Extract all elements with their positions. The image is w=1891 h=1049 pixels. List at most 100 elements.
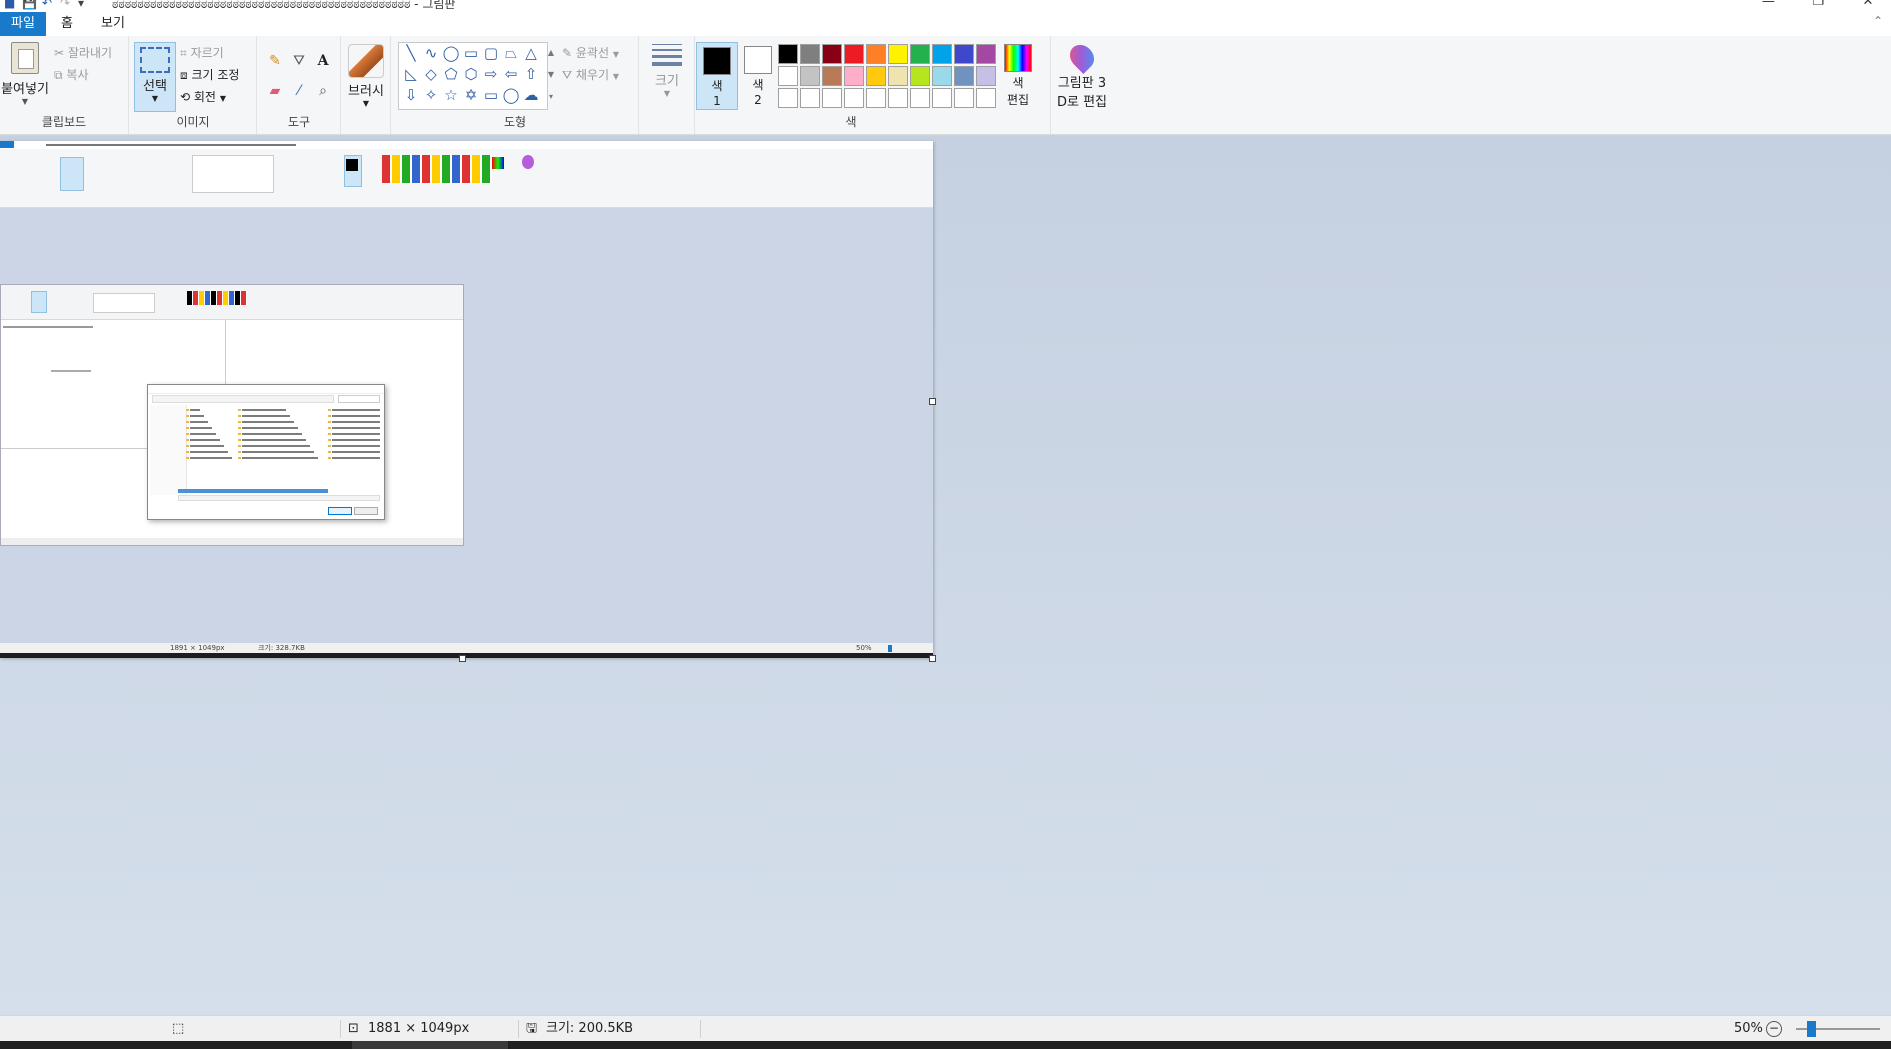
palette-swatch-26[interactable] [910,88,930,108]
palette-swatch-13[interactable] [844,66,864,86]
rectangle-shape-icon[interactable]: ▭ [461,43,481,64]
customize-quick-access-icon[interactable]: ▾ [78,0,84,10]
brushes-group[interactable]: 브러시 ▼ [342,36,391,134]
drawing-canvas[interactable]: 1891 × 1049px 크기: 328.7KB 50% [0,141,933,658]
down-arrow-shape-icon[interactable]: ⇩ [401,85,421,106]
shape-gallery-scroll[interactable]: ▲ ▼ ▾ [546,42,556,108]
six-point-star-shape-icon[interactable]: ✡ [461,85,481,106]
fill-button[interactable]: ⛛ 채우기 ▼ [562,66,619,83]
maximize-button[interactable]: ❐ [1795,0,1841,9]
palette-swatch-15[interactable] [888,66,908,86]
color-picker-icon[interactable]: ⁄ [290,82,308,100]
palette-swatch-1[interactable] [800,44,820,64]
paste-button[interactable]: 붙여넣기 ▼ [0,42,50,106]
resize-handle-bottom[interactable] [459,655,466,662]
palette-swatch-20[interactable] [778,88,798,108]
rounded-rectangle-shape-icon[interactable]: ▢ [481,43,501,64]
palette-swatch-22[interactable] [822,88,842,108]
palette-swatch-5[interactable] [888,44,908,64]
rotate-button[interactable]: ⟲ 회전 ▼ [180,88,226,105]
right-triangle-shape-icon[interactable]: ◺ [401,64,421,85]
palette-swatch-2[interactable] [822,44,842,64]
size-button[interactable]: 크기 ▼ [646,42,688,98]
palette-swatch-16[interactable] [910,66,930,86]
palette-swatch-19[interactable] [976,66,996,86]
taskbar [0,1041,1891,1049]
four-point-star-shape-icon[interactable]: ✧ [421,85,441,106]
resize-button[interactable]: ⧈ 크기 조정 [180,66,239,83]
color2-button[interactable]: 색 2 [738,42,778,108]
palette-swatch-18[interactable] [954,66,974,86]
callout-oval-shape-icon[interactable]: ◯ [501,85,521,106]
resize-handle-corner[interactable] [929,655,936,662]
tab-home[interactable]: 홈 [52,12,82,36]
palette-swatch-27[interactable] [932,88,952,108]
redo-icon[interactable]: ↷ [60,0,70,10]
copy-button[interactable]: ⧉ 복사 [54,66,89,83]
outline-label: 윤곽선 [575,46,610,60]
palette-swatch-21[interactable] [800,88,820,108]
curve-shape-icon[interactable]: ∿ [421,43,441,64]
palette-swatch-10[interactable] [778,66,798,86]
palette-swatch-28[interactable] [954,88,974,108]
crop-button[interactable]: ⌗ 자르기 [180,44,224,61]
pencil-icon[interactable]: ✎ [266,52,284,70]
triangle-shape-icon[interactable]: △ [521,43,541,64]
palette-swatch-8[interactable] [954,44,974,64]
select-button[interactable]: 선택 ▼ [134,42,176,112]
palette-swatch-12[interactable] [822,66,842,86]
palette-swatch-0[interactable] [778,44,798,64]
polygon-shape-icon[interactable]: ⏢ [501,43,521,64]
callout-cloud-shape-icon[interactable]: ☁ [521,85,541,106]
taskbar-active-app[interactable] [352,1041,508,1049]
palette-swatch-17[interactable] [932,66,952,86]
line-shape-icon[interactable]: ╲ [401,43,421,64]
size-group[interactable]: 크기 ▼ [640,36,695,134]
palette-swatch-24[interactable] [866,88,886,108]
shape-gallery[interactable]: ╲ ∿ ◯ ▭ ▢ ⏢ △ ◺ ◇ ⬠ ⬡ ⇨ ⇦ ⇧ ⇩ ✧ ☆ ✡ ▭ ◯ … [398,42,548,110]
magnifier-icon[interactable]: ⌕ [314,82,332,100]
collapse-ribbon-icon[interactable]: ⌃ [1873,14,1883,28]
up-arrow-shape-icon[interactable]: ⇧ [521,64,541,85]
hexagon-shape-icon[interactable]: ⬡ [461,64,481,85]
callout-rect-shape-icon[interactable]: ▭ [481,85,501,106]
outline-button[interactable]: ✎ 윤곽선 ▼ [562,44,619,61]
undo-icon[interactable]: ↶ [42,0,52,10]
right-arrow-shape-icon[interactable]: ⇨ [481,64,501,85]
palette-swatch-7[interactable] [932,44,952,64]
palette-swatch-6[interactable] [910,44,930,64]
color1-button[interactable]: 색 1 [696,42,738,110]
edit-with-paint3d-button[interactable]: 그림판 3 D로 편집 [1052,40,1112,110]
palette-swatch-4[interactable] [866,44,886,64]
text-tool-icon[interactable]: A [314,52,332,70]
cut-button[interactable]: ✂ 잘라내기 [54,44,112,61]
left-arrow-shape-icon[interactable]: ⇦ [501,64,521,85]
diamond-shape-icon[interactable]: ◇ [421,64,441,85]
line-width-icon [646,42,688,66]
canvas-workspace[interactable]: 1891 × 1049px 크기: 328.7KB 50% [0,135,1891,1015]
resize-handle-right[interactable] [929,398,936,405]
palette-swatch-11[interactable] [800,66,820,86]
save-icon[interactable]: 💾 [22,0,37,10]
palette-swatch-23[interactable] [844,88,864,108]
palette-swatch-3[interactable] [844,44,864,64]
zoom-slider-thumb[interactable] [1807,1021,1816,1037]
edit-colors-button[interactable]: 색 편집 [996,44,1040,108]
brush-icon [348,44,384,78]
palette-swatch-25[interactable] [888,88,908,108]
minimize-button[interactable]: — [1745,0,1791,9]
tab-view[interactable]: 보기 [96,12,130,36]
close-button[interactable]: ✕ [1845,0,1891,9]
oval-shape-icon[interactable]: ◯ [441,43,461,64]
palette-swatch-29[interactable] [976,88,996,108]
palette-swatch-14[interactable] [866,66,886,86]
fill-bucket-icon[interactable]: ⛛ [290,52,308,70]
pentagon-shape-icon[interactable]: ⬠ [441,64,461,85]
palette-swatch-9[interactable] [976,44,996,64]
brushes-button[interactable]: 브러시 ▼ [346,44,386,108]
eraser-icon[interactable]: ▰ [266,82,284,100]
paint3d-group[interactable]: 그림판 3 D로 편집 [1052,36,1112,134]
zoom-out-button[interactable]: − [1766,1021,1782,1037]
tab-file[interactable]: 파일 [0,12,46,36]
five-point-star-shape-icon[interactable]: ☆ [441,85,461,106]
